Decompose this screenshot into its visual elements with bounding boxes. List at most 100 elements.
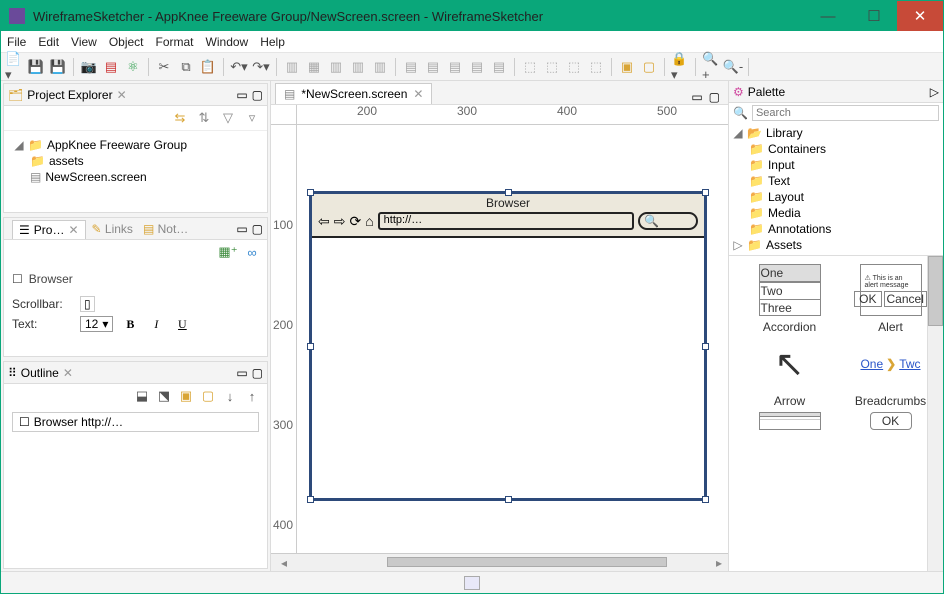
dist3-icon[interactable]: ⬚: [565, 58, 583, 76]
underline-button[interactable]: U: [173, 317, 191, 332]
redo-icon[interactable]: ↷▾: [252, 58, 270, 76]
expander-icon[interactable]: ▷: [733, 238, 743, 252]
palette-search-input[interactable]: [752, 105, 939, 121]
dist2-icon[interactable]: ⬚: [543, 58, 561, 76]
close-button[interactable]: ✕: [897, 1, 943, 31]
minimize-icon[interactable]: ▭: [236, 222, 247, 236]
link-icon[interactable]: ∞: [243, 243, 261, 261]
menu-edit[interactable]: Edit: [38, 35, 59, 49]
palette-cat[interactable]: Input: [768, 158, 795, 172]
status-icon[interactable]: [464, 576, 480, 590]
palette-cat[interactable]: Text: [768, 174, 790, 188]
close-icon[interactable]: ✕: [413, 87, 423, 101]
new-icon[interactable]: 📄▾: [5, 58, 23, 76]
group-icon[interactable]: ▣: [618, 58, 636, 76]
palette-item-accordion[interactable]: OneTwoThree Accordion: [741, 264, 838, 334]
pdf-icon[interactable]: ▤: [102, 58, 120, 76]
saveall-icon[interactable]: 💾: [49, 58, 67, 76]
close-icon[interactable]: ✕: [63, 366, 73, 380]
align-center-icon[interactable]: ▦: [305, 58, 323, 76]
palette-scrollbar[interactable]: [927, 256, 943, 571]
text-size-select[interactable]: 12▾: [80, 316, 113, 332]
palette-item-arrow[interactable]: ↖ Arrow: [741, 338, 838, 408]
align-mid-icon[interactable]: ▤: [424, 58, 442, 76]
tab-properties[interactable]: ☰Pro…✕: [12, 220, 86, 239]
menu-object[interactable]: Object: [109, 35, 144, 49]
cut-icon[interactable]: ✂: [155, 58, 173, 76]
align4-icon[interactable]: ▤: [468, 58, 486, 76]
dist4-icon[interactable]: ⬚: [587, 58, 605, 76]
menu-file[interactable]: File: [7, 35, 26, 49]
minimize-icon[interactable]: ▭: [236, 88, 247, 102]
project-explorer-tab[interactable]: Project Explorer: [27, 88, 112, 102]
ol-icon[interactable]: ▢: [199, 387, 217, 405]
align3-icon[interactable]: ▥: [371, 58, 389, 76]
menu-icon[interactable]: ▿: [243, 109, 261, 127]
undo-icon[interactable]: ↶▾: [230, 58, 248, 76]
maximize-button[interactable]: ☐: [851, 1, 897, 31]
browser-widget[interactable]: Browser ⇦ ⇨ ⟳ ⌂ http://… 🔍: [309, 191, 707, 501]
palette-library[interactable]: Library: [766, 126, 803, 140]
add-icon[interactable]: ▦⁺: [219, 243, 237, 261]
ol-icon[interactable]: ⬓: [133, 387, 151, 405]
palette-cat[interactable]: Media: [768, 206, 801, 220]
maxview-icon[interactable]: ▢: [709, 90, 720, 104]
paste-icon[interactable]: 📋: [199, 58, 217, 76]
menu-format[interactable]: Format: [156, 35, 194, 49]
bold-button[interactable]: B: [121, 317, 139, 332]
ungroup-icon[interactable]: ▢: [640, 58, 658, 76]
minimize-icon[interactable]: ▭: [691, 90, 702, 104]
align-top-icon[interactable]: ▤: [402, 58, 420, 76]
close-icon[interactable]: ✕: [68, 223, 78, 237]
palette-item-alert[interactable]: ⚠ This is an alert messageOKCancel Alert: [842, 264, 939, 334]
align2-icon[interactable]: ▥: [349, 58, 367, 76]
align-right-icon[interactable]: ▥: [327, 58, 345, 76]
palette-item-partial[interactable]: OK: [842, 412, 939, 430]
maxview-icon[interactable]: ▢: [252, 88, 263, 102]
ol-icon[interactable]: ↑: [243, 387, 261, 405]
menu-help[interactable]: Help: [260, 35, 285, 49]
link-editor-icon[interactable]: ⇅: [195, 109, 213, 127]
expander-icon[interactable]: ◢: [733, 126, 743, 140]
tree-root[interactable]: AppKnee Freeware Group: [47, 138, 187, 152]
outline-tab[interactable]: Outline: [21, 366, 59, 380]
outline-item[interactable]: ☐Browser http://…: [12, 412, 259, 432]
ol-icon[interactable]: ↓: [221, 387, 239, 405]
align5-icon[interactable]: ▤: [490, 58, 508, 76]
scrollbar-field[interactable]: ▯: [80, 296, 95, 312]
copy-icon[interactable]: ⧉: [177, 58, 195, 76]
chevron-right-icon[interactable]: ▷: [930, 85, 939, 99]
scroll-left-icon[interactable]: ◂: [271, 556, 297, 570]
editor-tab[interactable]: ▤ *NewScreen.screen ✕: [275, 83, 432, 104]
palette-assets[interactable]: Assets: [766, 238, 802, 252]
expander-icon[interactable]: ◢: [14, 138, 24, 152]
horizontal-scrollbar[interactable]: ◂ ▸: [271, 553, 728, 571]
canvas[interactable]: Browser ⇦ ⇨ ⟳ ⌂ http://… 🔍: [297, 125, 728, 553]
italic-button[interactable]: I: [147, 317, 165, 332]
share-icon[interactable]: ⚛: [124, 58, 142, 76]
scroll-right-icon[interactable]: ▸: [710, 556, 728, 570]
align-left-icon[interactable]: ▥: [283, 58, 301, 76]
lock-icon[interactable]: 🔒▾: [671, 58, 689, 76]
tab-notes[interactable]: ▤ Not…: [139, 220, 192, 239]
zoomout-icon[interactable]: 🔍-: [724, 58, 742, 76]
minimize-button[interactable]: —: [805, 1, 851, 31]
ol-icon[interactable]: ⬔: [155, 387, 173, 405]
camera-icon[interactable]: 📷: [80, 58, 98, 76]
collapse-icon[interactable]: ⇆: [171, 109, 189, 127]
minimize-icon[interactable]: ▭: [236, 366, 247, 380]
tree-item-assets[interactable]: assets: [49, 154, 84, 168]
maxview-icon[interactable]: ▢: [252, 222, 263, 236]
tree-item-screen[interactable]: NewScreen.screen: [45, 170, 146, 184]
menu-view[interactable]: View: [71, 35, 97, 49]
tab-links[interactable]: ✎ Links: [88, 220, 137, 239]
dist1-icon[interactable]: ⬚: [521, 58, 539, 76]
menu-window[interactable]: Window: [206, 35, 249, 49]
close-icon[interactable]: ✕: [117, 88, 127, 102]
palette-cat[interactable]: Layout: [768, 190, 804, 204]
maxview-icon[interactable]: ▢: [252, 366, 263, 380]
palette-cat[interactable]: Containers: [768, 142, 826, 156]
save-icon[interactable]: 💾: [27, 58, 45, 76]
align-bot-icon[interactable]: ▤: [446, 58, 464, 76]
zoomin-icon[interactable]: 🔍+: [702, 58, 720, 76]
